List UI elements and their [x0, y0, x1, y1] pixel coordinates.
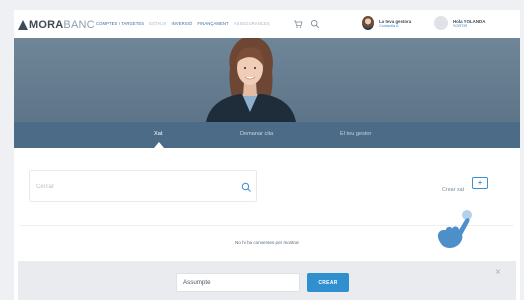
new-conversation-bar: CREAR ×: [18, 261, 516, 300]
tab-el-teu-gestor[interactable]: El teu gestor: [340, 131, 371, 137]
logout-link[interactable]: SORTIR: [453, 24, 485, 28]
gestor-widget[interactable]: La teva gestora Contactla A: [362, 16, 411, 30]
search-icon[interactable]: [240, 181, 252, 193]
search-icon[interactable]: [310, 19, 320, 29]
nav-item-estalvi[interactable]: ESTALVI: [149, 21, 166, 26]
hero-banner: [14, 38, 520, 122]
gestor-contact-link[interactable]: Contactla A: [379, 24, 411, 28]
logo[interactable]: MORA BANC: [18, 19, 95, 31]
active-tab-indicator: [154, 142, 164, 148]
tab-xat[interactable]: Xat: [154, 131, 162, 137]
nav-item-comptes[interactable]: COMPTES I TARGETES: [96, 21, 144, 26]
page: MORA BANC COMPTES I TARGETES ESTALVI INV…: [0, 0, 524, 300]
tab-demanar-cita[interactable]: Demanar cita: [240, 131, 273, 137]
top-bar: MORA BANC COMPTES I TARGETES ESTALVI INV…: [14, 10, 520, 40]
user-widget[interactable]: Hola YOLANDA SORTIR: [434, 16, 485, 30]
logo-text-bold: MORA: [29, 19, 64, 31]
tab-bar: Xat Demanar cita El teu gestor: [14, 122, 520, 148]
app-window: MORA BANC COMPTES I TARGETES ESTALVI INV…: [14, 10, 520, 300]
new-chat-icon[interactable]: +: [472, 177, 488, 189]
pointing-hand-icon: [437, 210, 472, 248]
nav-item-assegurances[interactable]: ASSEGURANCES: [234, 21, 270, 26]
close-icon[interactable]: ×: [495, 268, 501, 278]
cart-icon[interactable]: [293, 19, 303, 29]
create-button[interactable]: CREAR: [307, 273, 349, 292]
advisor-photo: [206, 38, 296, 122]
gestor-avatar: [362, 16, 374, 30]
user-avatar: [434, 16, 448, 30]
logo-text-light: BANC: [63, 19, 95, 31]
search-input[interactable]: [36, 181, 216, 193]
nav-item-inversio[interactable]: INVERSIÓ: [172, 21, 193, 26]
nav-item-financament[interactable]: FINANÇAMENT: [197, 21, 228, 26]
main-nav: COMPTES I TARGETES ESTALVI INVERSIÓ FINA…: [96, 21, 270, 26]
search-box: [29, 170, 257, 202]
subject-input[interactable]: [176, 273, 300, 292]
create-chat-label[interactable]: Crear xat: [442, 187, 464, 193]
logo-mark-icon: [18, 20, 28, 30]
